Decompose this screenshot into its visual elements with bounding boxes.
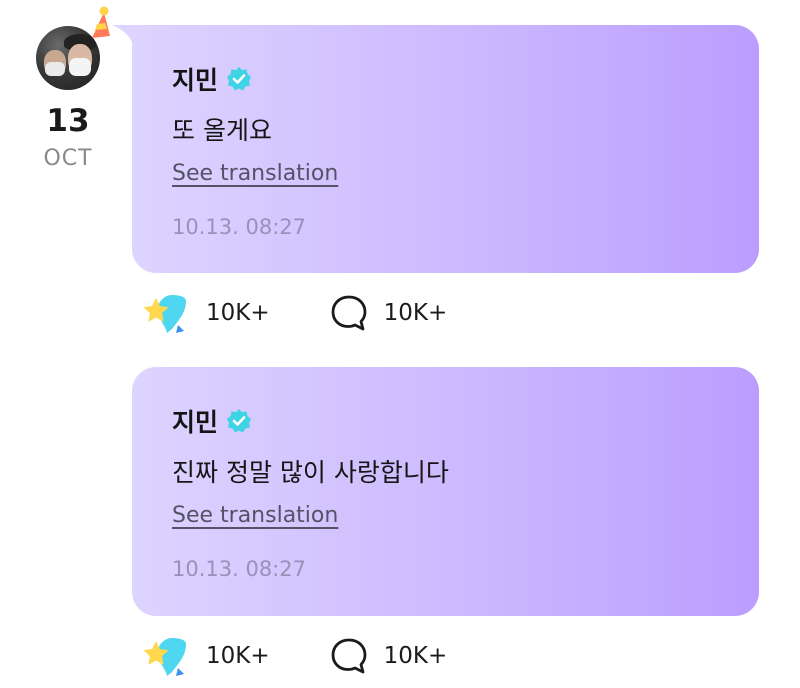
comment-count: 10K+ [383, 643, 448, 669]
verified-badge-icon [227, 67, 252, 91]
post-actions: 10K+ 10K+ [142, 634, 447, 678]
message-bubble[interactable]: 지민 진짜 정말 많이 사랑합니다 See translation 10.13.… [132, 367, 759, 616]
speech-bubble-icon [331, 295, 367, 331]
date-month: OCT [43, 146, 93, 171]
message-text: 진짜 정말 많이 사랑합니다 [172, 458, 449, 487]
see-translation-link[interactable]: See translation [172, 161, 338, 186]
see-translation-link[interactable]: See translation [172, 503, 338, 528]
message-bubble[interactable]: 지민 또 올게요 See translation 10.13. 08:27 [132, 25, 759, 273]
message-timestamp: 10.13. 08:27 [172, 557, 306, 581]
speech-bubble-icon [331, 638, 367, 674]
like-button[interactable]: 10K+ [142, 634, 270, 678]
author-name: 지민 [172, 66, 219, 95]
star-heart-icon [144, 638, 186, 676]
comment-count: 10K+ [383, 300, 448, 326]
author-name: 지민 [172, 408, 219, 437]
comment-button[interactable]: 10K+ [328, 635, 448, 677]
author-row: 지민 [172, 61, 252, 97]
like-count: 10K+ [206, 300, 270, 326]
bubble-tail [112, 25, 134, 47]
avatar-mask [69, 58, 91, 76]
message-timestamp: 10.13. 08:27 [172, 215, 306, 239]
like-button[interactable]: 10K+ [142, 291, 270, 335]
profile-avatar-group[interactable] [36, 6, 112, 90]
author-row: 지민 [172, 403, 252, 439]
verified-badge-icon [227, 409, 252, 433]
message-text: 또 올게요 [172, 116, 272, 145]
date-day: 13 [46, 103, 90, 139]
like-count: 10K+ [206, 643, 270, 669]
avatar-mask [45, 62, 65, 76]
star-heart-icon [144, 295, 186, 333]
post-actions: 10K+ 10K+ [142, 291, 447, 335]
comment-button[interactable]: 10K+ [328, 292, 448, 334]
